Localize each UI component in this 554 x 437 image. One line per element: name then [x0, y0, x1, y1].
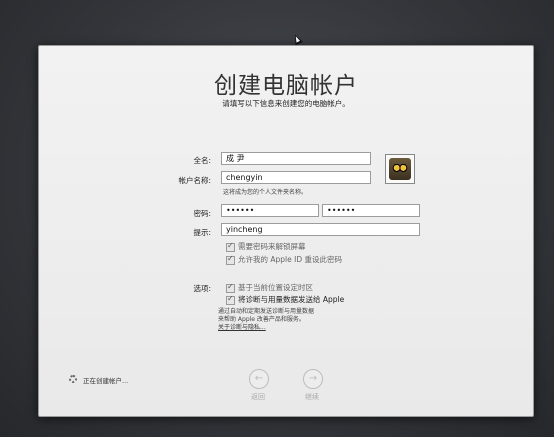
- setup-panel: 创建电脑帐户 请填写以下信息来创建您的电脑帐户。 全名: 成 尹 帐户名称: c…: [38, 45, 534, 417]
- require-password-checkbox[interactable]: 需要密码来解锁屏幕: [226, 241, 306, 252]
- page-title: 创建电脑帐户: [214, 73, 358, 99]
- arrow-right-icon: →: [308, 373, 318, 384]
- password-field[interactable]: ••••••: [221, 204, 319, 217]
- checkbox-checked-icon: [226, 282, 235, 293]
- password-hint-field[interactable]: yincheng: [221, 223, 420, 236]
- diagnostics-info: 通过自动和定期发送诊断与用量数据 来帮助 Apple 改善产品和服务。 关于诊断…: [218, 308, 314, 332]
- options-label: 选项:: [193, 284, 211, 293]
- password-hint-label: 提示:: [193, 228, 211, 237]
- allow-apple-id-reset-label: 允许我的 Apple ID 重设此密码: [238, 255, 342, 264]
- send-diagnostics-label: 将诊断与用量数据发送给 Apple: [238, 295, 345, 304]
- checkbox-checked-icon: [226, 241, 235, 252]
- checkbox-checked-icon: [226, 254, 235, 265]
- full-name-label: 全名:: [193, 156, 211, 165]
- verify-password-field[interactable]: ••••••: [322, 204, 420, 217]
- checkbox-checked-icon: [226, 294, 235, 305]
- set-timezone-checkbox[interactable]: 基于当前位置设定时区: [226, 282, 313, 293]
- account-name-hint: 这将成为您的个人文件夹名称。: [223, 189, 308, 196]
- diagnostics-info-line: 通过自动和定期发送诊断与用量数据: [218, 308, 315, 315]
- arrow-left-icon: ←: [254, 373, 264, 384]
- owl-avatar-icon: [389, 158, 411, 180]
- send-diagnostics-checkbox[interactable]: 将诊断与用量数据发送给 Apple: [226, 294, 344, 305]
- back-button[interactable]: ←: [249, 369, 269, 389]
- spinner-icon: [69, 375, 77, 383]
- account-name-field[interactable]: chengyin: [221, 171, 371, 184]
- status-text: 正在创建帐户...: [83, 377, 129, 385]
- allow-apple-id-reset-checkbox[interactable]: 允许我的 Apple ID 重设此密码: [226, 254, 342, 265]
- mouse-cursor-icon: [291, 32, 303, 46]
- continue-button[interactable]: →: [303, 369, 323, 389]
- continue-label: 继续: [305, 393, 319, 401]
- account-name-label: 帐户名称:: [178, 176, 211, 185]
- back-label: 返回: [251, 393, 265, 401]
- full-name-field[interactable]: 成 尹: [221, 152, 371, 165]
- set-timezone-label: 基于当前位置设定时区: [238, 283, 313, 292]
- page-subtitle: 请填写以下信息来创建您的电脑帐户。: [222, 99, 350, 108]
- privacy-link[interactable]: 关于诊断与隐私...: [218, 324, 314, 332]
- user-picture-button[interactable]: [385, 154, 415, 184]
- password-label: 密码:: [193, 209, 211, 218]
- diagnostics-info-line: 来帮助 Apple 改善产品和服务。: [218, 316, 305, 323]
- require-password-label: 需要密码来解锁屏幕: [238, 242, 306, 251]
